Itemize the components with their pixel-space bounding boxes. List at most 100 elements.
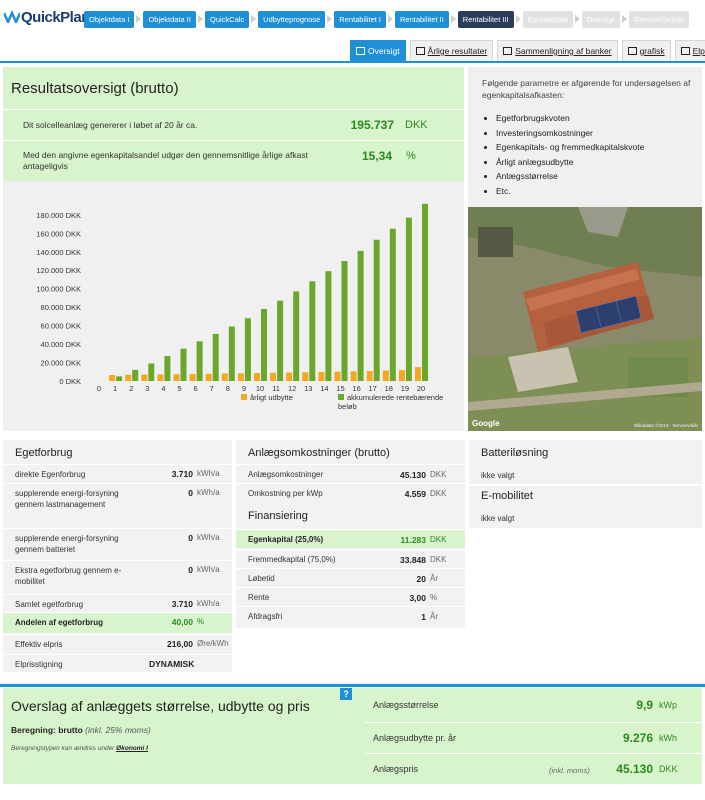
own-consumption-title: Egetforbrug [15,447,73,459]
own-consumption-row: Elprisstigning DYNAMISK [3,654,232,671]
estimate-row: Anlægsudbytte pr. år 9.276 kWh [365,722,702,752]
step-objektdata-2[interactable]: Objektdata II [143,10,196,28]
financing-title: Finansiering [248,510,308,522]
y-tick-label: 0 DKK [59,377,81,386]
tab-sammenligning[interactable]: Sammenligning af banker [497,40,618,61]
financing-row: Rente 3,00% [236,587,465,606]
step-rentabilitet-1[interactable]: Rentabilitet I [334,10,386,28]
table-icon [356,47,365,55]
row-label: Ekstra egetforbrug gennem e-mobilitet [15,566,122,586]
satellite-map[interactable]: Google Billeddata ©2019 · Servicevilkår [468,207,702,431]
step-rentabilitet-2[interactable]: Rentabilitet II [395,10,449,28]
bar-annual-yield [398,370,405,381]
y-tick-label: 60.000 DKK [41,322,81,331]
y-tick-label: 40.000 DKK [41,340,81,349]
bar-accumulated [196,341,203,381]
x-tick-label: 9 [242,384,246,393]
bar-accumulated [341,261,348,381]
compare-icon [503,47,513,55]
row-unit: DKK [430,535,447,544]
row-value: 3.710 [171,469,193,479]
step-arrow-icon [450,15,456,23]
x-tick-label: 3 [145,384,149,393]
row-unit: DKK [430,470,447,479]
calc-change-text: Beregningstypen kan ændres under [11,745,115,752]
step-objektdata-1[interactable]: Objektdata I [84,10,135,28]
bar-accumulated [164,356,171,381]
bar-annual-yield [270,372,277,381]
step-rentabilitet-3[interactable]: Rentabilitet III [457,10,514,28]
row-unit: kWp [659,700,677,710]
divider [469,484,702,486]
cost-row: Anlægsomkostninger 45.130 DKK [236,464,465,483]
y-tick-label: 80.000 DKK [41,303,81,312]
costs-title: Anlægsomkostninger (brutto) [248,447,390,459]
row-value: 9.276 [622,731,653,745]
bar-accumulated [261,309,267,381]
bar-accumulated [309,281,316,381]
row-value: 216,00 [167,639,193,649]
bar-annual-yield [415,367,421,381]
cost-row: Omkostning per kWp 4.559 DKK [236,483,465,502]
x-tick-label: 8 [226,384,230,393]
info-item: Anlægsstørrelse [496,169,644,184]
x-tick-label: 10 [256,384,264,393]
row-value: 9,9 [636,698,653,712]
bar-accumulated [293,291,300,381]
financing-row: Fremmedkapital (75,0%) 33.848 DKK [236,549,465,568]
legend-label-annual: årligt udbytte [250,393,293,402]
row-value: 45.130 [616,762,653,776]
info-item: Egetforbrugskvoten [496,111,644,126]
tab-aarlige-resultater[interactable]: Årlige resultater [409,40,494,61]
bar-annual-yield [189,373,196,381]
bar-annual-yield [173,374,180,381]
row-value: 11.283 [400,535,426,545]
info-list: Egetforbrugskvoten Investeringsomkostnin… [496,111,644,198]
row-label: Afdragsfri [248,612,283,621]
okonomi-link[interactable]: Økonomi I [116,745,148,752]
emobility-value: ikke valgt [481,514,515,523]
bar-accumulated [405,217,412,381]
row-unit: DKK [430,555,447,564]
calc-type: Beregning: brutto (inkl. 25% moms) [11,725,151,735]
summary-row-generate: Dit solcelleanlæg genererer i løbet af 2… [3,109,464,139]
info-item: Investeringsomkostninger [496,126,644,141]
step-udbytteprognose[interactable]: Udbytteprognose [258,10,326,28]
row-value: 3,00 [409,593,426,603]
satellite-image [468,207,702,431]
step-arrow-icon [574,15,580,23]
map-credit: Billeddata ©2019 · Servicevilkår [634,423,698,428]
row-unit: kWh/a [197,599,220,608]
own-consumption-row: supplerende energi-forsyning gennem last… [3,483,232,527]
step-oversigt: Oversigt [581,10,620,28]
help-icon[interactable]: ? [340,688,352,700]
tab-oversigt[interactable]: Oversigt [350,40,406,61]
quickplan-logo[interactable]: QuickPlan [4,9,90,26]
estimate-title: Overslag af anlæggets størrelse, udbytte… [11,698,310,714]
bar-accumulated [180,348,187,381]
row-label: Elprisstigning [15,660,63,669]
own-consumption-row: Andelen af egetforbrug 40,00% [3,612,232,633]
x-tick-label: 6 [194,384,198,393]
x-tick-label: 1 [113,384,117,393]
row-unit: DKK [659,764,678,774]
step-quickcalc[interactable]: QuickCalc [204,10,250,28]
row-label: Fremmedkapital (75,0%) [248,555,336,564]
battery-value: ikke valgt [481,471,515,480]
list-icon [415,47,425,55]
battery-title: Batteriløsning [481,447,549,459]
financing-row: Afdragsfri 1 År [236,606,465,625]
bar-accumulated [277,300,284,381]
row-unit: Øre/kWh [197,639,229,648]
step-arrow-icon [327,15,333,23]
step-arrow-icon [621,15,627,23]
x-tick-label: 17 [369,384,377,393]
bar-annual-yield [350,371,357,381]
bar-annual-yield [334,371,341,381]
tab-grafisk[interactable]: grafisk [621,40,671,61]
bar-annual-yield [125,374,132,381]
x-tick-label: 19 [401,384,409,393]
tab-elpris[interactable]: Elpris [674,40,705,61]
x-tick-label: 4 [161,384,165,393]
row-label: Egenkapital (25,0%) [248,535,324,544]
